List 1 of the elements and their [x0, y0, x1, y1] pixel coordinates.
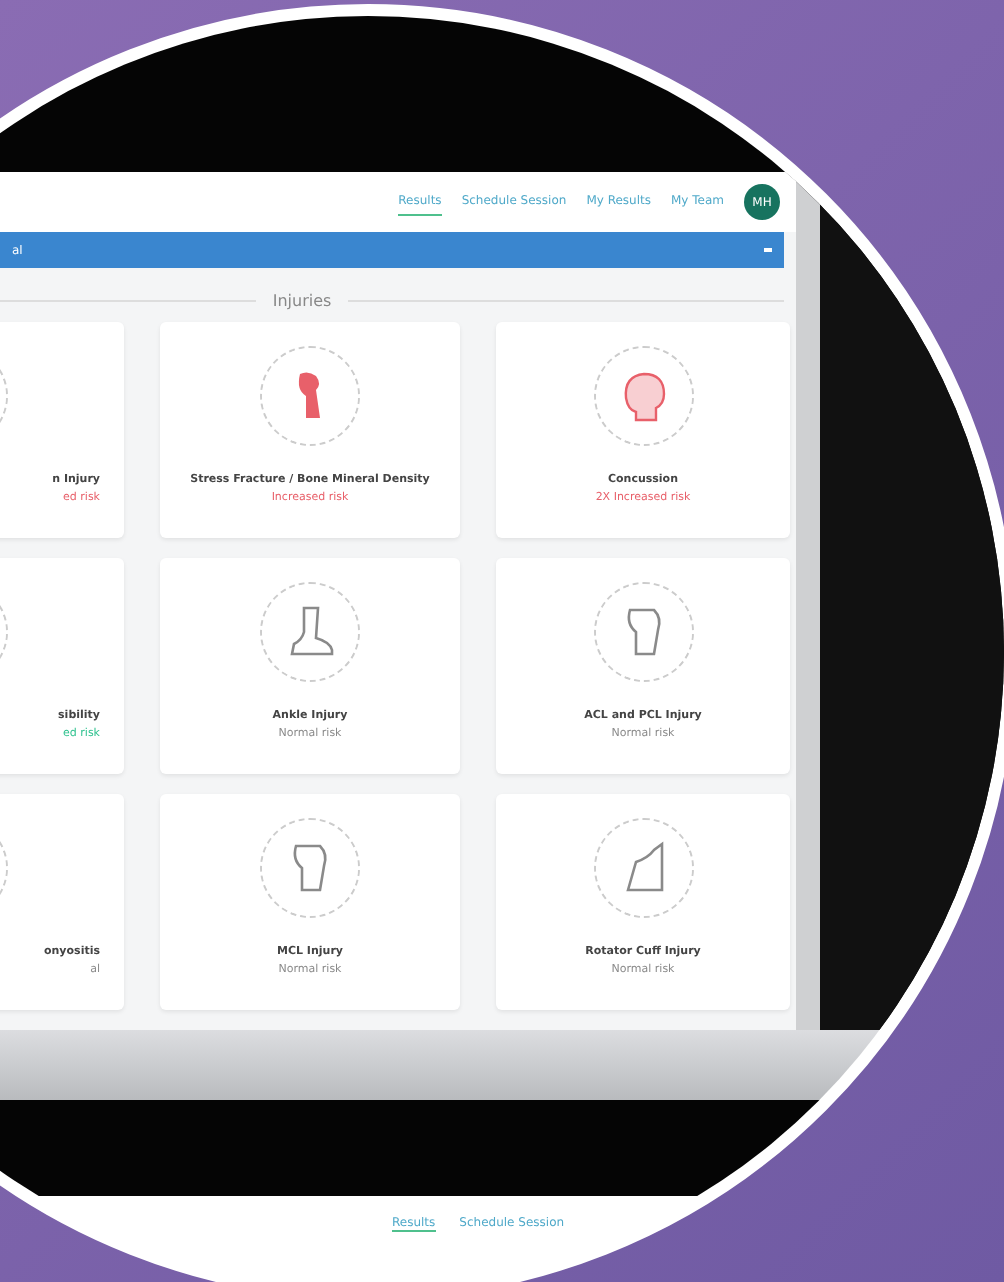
section-title: Injuries — [272, 292, 332, 310]
